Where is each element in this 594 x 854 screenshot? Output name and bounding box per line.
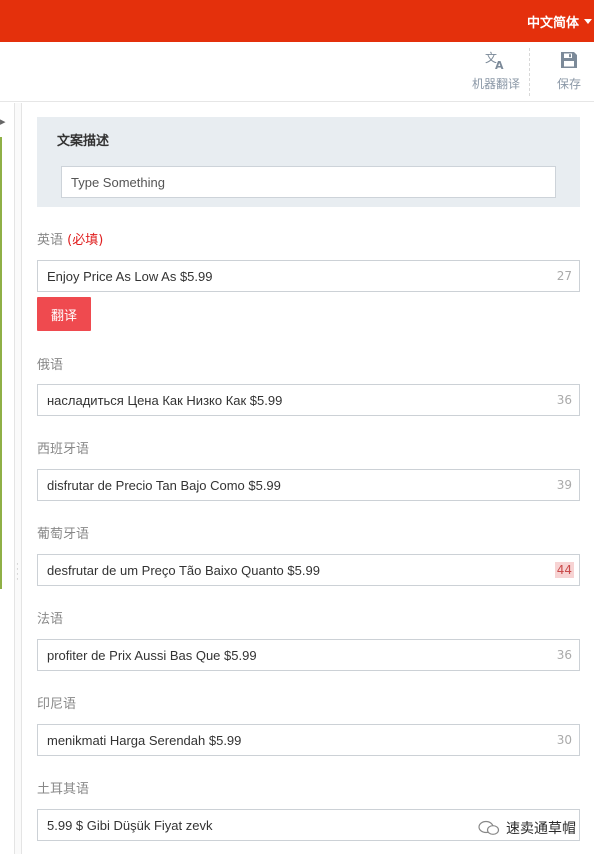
wechat-icon [478,820,500,835]
french-label: 法语 [37,612,64,627]
indonesian-field: 30 [37,724,580,756]
english-label-text: 英语 [37,233,64,248]
panel-splitter[interactable]: · · · · [14,103,22,854]
language-switch[interactable]: 中文简体 [527,0,594,42]
char-count-over-limit: 44 [554,562,574,578]
portuguese-label: 葡萄牙语 [37,527,90,542]
turkish-label: 土耳其语 [37,782,90,797]
description-section: 文案描述 [37,117,580,207]
language-switch-label: 中文简体 [526,15,579,31]
russian-input[interactable] [38,385,538,415]
watermark-text: 速卖通草帽 [506,821,576,837]
russian-label: 俄语 [37,358,64,373]
svg-text:A: A [495,59,504,70]
french-field: 36 [37,639,580,671]
char-count: 36 [556,648,572,662]
toolbar: 文 A 机器翻译 保存 [0,42,594,102]
spanish-label: 西班牙语 [37,442,90,457]
machine-translate-label: 机器翻译 [471,77,520,91]
portuguese-field: 44 [37,554,580,586]
description-input[interactable] [61,166,556,198]
left-panel-accent [0,137,2,589]
spanish-field: 39 [37,469,580,501]
english-input[interactable] [38,261,538,291]
drag-handle-icon: · · · · [16,560,19,585]
char-count: 36 [556,393,572,407]
machine-translate-button[interactable]: 文 A 机器翻译 [470,50,522,92]
translate-icon: 文 A [485,50,504,70]
portuguese-input[interactable] [38,555,538,585]
save-button[interactable]: 保存 [549,50,589,92]
turkish-input[interactable] [38,810,538,840]
floppy-disk-icon [561,52,577,68]
char-count: 39 [556,478,572,492]
watermark: 速卖通草帽 [478,818,576,838]
toolbar-divider [529,48,530,96]
russian-field: 36 [37,384,580,416]
left-panel: ▸ [0,103,14,854]
required-tag: (必填) [67,233,104,248]
chevron-down-icon [584,18,592,24]
top-bar: 中文简体 [0,0,594,42]
english-label: 英语 (必填) [37,229,103,248]
panel-toggle-icon[interactable]: ▸ [0,115,6,128]
translate-button[interactable]: 翻译 [37,297,91,331]
english-field: 27 [37,260,580,292]
indonesian-label: 印尼语 [37,697,77,712]
french-input[interactable] [38,640,538,670]
char-count: 27 [556,269,572,283]
description-title: 文案描述 [57,134,110,149]
indonesian-input[interactable] [38,725,538,755]
save-label: 保存 [556,77,581,91]
char-count: 30 [556,733,572,747]
spanish-input[interactable] [38,470,538,500]
